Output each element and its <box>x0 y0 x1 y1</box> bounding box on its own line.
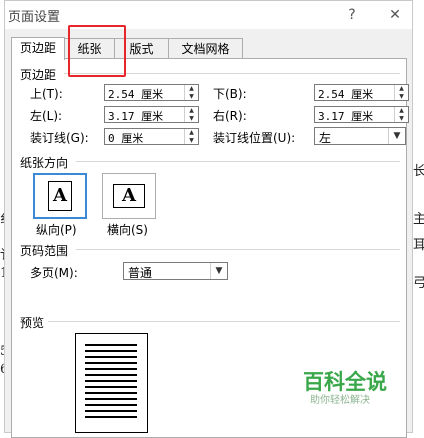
preview-section-label: 预览 <box>20 316 45 330</box>
spin-up-icon[interactable]: ▲ <box>395 85 408 92</box>
tab-document-grid[interactable]: 文档网格 <box>168 38 243 59</box>
bottom-margin-label: 下(B): <box>213 87 247 101</box>
dialog-title: 页面设置 <box>8 10 61 25</box>
landscape-label[interactable]: 横向(S) <box>107 221 148 238</box>
multiple-pages-select[interactable]: 普通 ▼ <box>123 262 228 280</box>
left-margin-spinner[interactable]: 3.17 厘米 ▲ ▼ <box>104 106 199 123</box>
title-bar: 页面设置 ? ✕ <box>5 1 412 29</box>
pages-section-label: 页码范围 <box>20 244 69 258</box>
portrait-option[interactable]: A <box>33 173 87 219</box>
watermark-subtitle: 助你轻松解决 <box>310 395 370 406</box>
section-divider <box>48 321 400 322</box>
chevron-down-icon[interactable]: ▼ <box>210 263 227 279</box>
preview-line <box>85 398 137 400</box>
gutter-value: 0 厘米 <box>108 132 144 145</box>
gutter-spinner[interactable]: 0 厘米 ▲ ▼ <box>104 128 199 145</box>
close-button[interactable]: ✕ <box>385 5 405 25</box>
spin-down-icon[interactable]: ▼ <box>185 93 198 100</box>
preview-line <box>85 416 137 418</box>
spinner-arrows: ▲ ▼ <box>394 107 408 122</box>
gutter-label: 装订线(G): <box>30 131 89 145</box>
spinner-arrows: ▲ ▼ <box>394 85 408 100</box>
tab-margins[interactable]: 页边距 <box>11 37 65 60</box>
left-margin-value: 3.17 厘米 <box>108 110 164 123</box>
right-margin-label: 右(R): <box>213 109 247 123</box>
spinner-arrows: ▲ ▼ <box>184 85 198 100</box>
spin-down-icon[interactable]: ▼ <box>185 115 198 122</box>
preview-line <box>85 374 137 376</box>
portrait-label[interactable]: 纵向(P) <box>36 221 77 238</box>
right-margin-spinner[interactable]: 3.17 厘米 ▲ ▼ <box>314 106 409 123</box>
left-margin-label: 左(L): <box>30 109 63 123</box>
gutter-position-label: 装订线位置(U): <box>213 131 296 145</box>
spin-up-icon[interactable]: ▲ <box>185 129 198 136</box>
chevron-down-icon[interactable]: ▼ <box>388 128 405 144</box>
highlight-box <box>68 25 126 77</box>
spin-down-icon[interactable]: ▼ <box>395 115 408 122</box>
multiple-pages-value: 普通 <box>128 266 153 280</box>
multiple-pages-label: 多页(M): <box>30 266 78 280</box>
landscape-option[interactable]: A <box>102 173 156 219</box>
background-text: 耳 <box>413 238 424 253</box>
preview-line <box>85 404 137 406</box>
background-text: 主 <box>413 212 424 227</box>
section-divider <box>76 249 400 250</box>
margins-section-label: 页边距 <box>20 68 57 82</box>
preview-line <box>85 344 137 346</box>
spin-down-icon[interactable]: ▼ <box>185 137 198 144</box>
spin-up-icon[interactable]: ▲ <box>185 85 198 92</box>
background-text: 长 <box>413 164 424 179</box>
preview-line <box>85 350 137 352</box>
right-margin-value: 3.17 厘米 <box>318 110 374 123</box>
spin-down-icon[interactable]: ▼ <box>395 93 408 100</box>
preview-page-thumbnail <box>75 333 148 433</box>
gutter-position-value: 左 <box>319 131 332 145</box>
gutter-position-select[interactable]: 左 ▼ <box>314 127 406 145</box>
preview-line <box>85 380 137 382</box>
background-text: 弓 <box>413 276 424 291</box>
preview-line <box>85 368 137 370</box>
landscape-page-icon: A <box>113 184 145 208</box>
portrait-page-icon: A <box>48 181 72 211</box>
top-margin-spinner[interactable]: 2.54 厘米 ▲ ▼ <box>104 84 199 101</box>
bottom-margin-value: 2.54 厘米 <box>318 88 374 101</box>
spin-up-icon[interactable]: ▲ <box>395 107 408 114</box>
spinner-arrows: ▲ ▼ <box>184 129 198 144</box>
preview-line <box>85 392 137 394</box>
preview-line <box>85 356 137 358</box>
preview-line <box>85 362 137 364</box>
top-margin-value: 2.54 厘米 <box>108 88 164 101</box>
preview-line <box>85 386 137 388</box>
spinner-arrows: ▲ ▼ <box>184 107 198 122</box>
bottom-margin-spinner[interactable]: 2.54 厘米 ▲ ▼ <box>314 84 409 101</box>
top-margin-label: 上(T): <box>30 87 63 101</box>
help-button[interactable]: ? <box>342 5 362 25</box>
preview-line <box>85 410 137 412</box>
section-divider <box>76 161 400 162</box>
spin-up-icon[interactable]: ▲ <box>185 107 198 114</box>
orientation-section-label: 纸张方向 <box>20 156 69 170</box>
